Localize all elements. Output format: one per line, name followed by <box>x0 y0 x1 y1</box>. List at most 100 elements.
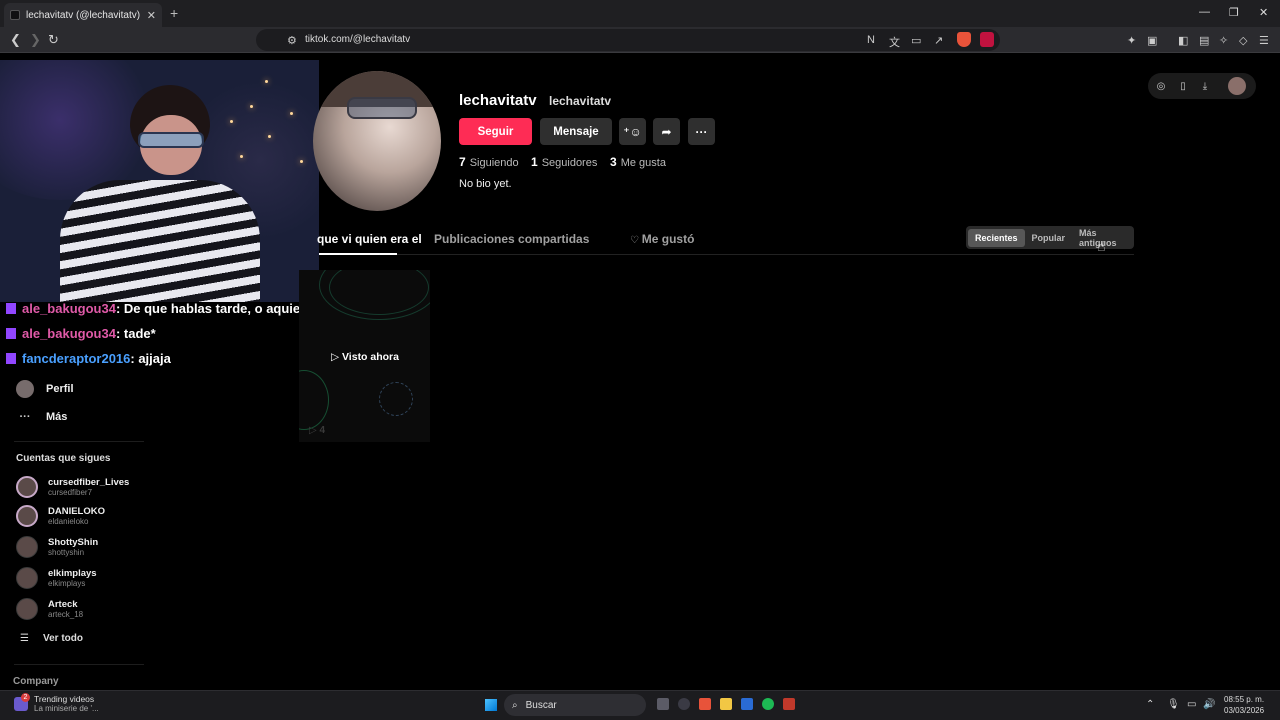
tab-liked[interactable]: ♡ Me gustó <box>630 232 694 246</box>
watched-now-label: ▷ Visto ahora <box>331 351 399 363</box>
tab-groups-icon[interactable]: ▣ <box>1147 34 1157 47</box>
maximize-button[interactable]: ❐ <box>1229 6 1239 19</box>
windows-start-icon[interactable] <box>485 699 497 711</box>
news-widget[interactable]: 2 Trending videos La miniserie de '... <box>14 692 99 713</box>
avatar <box>16 536 38 558</box>
user-avatar[interactable] <box>1228 77 1246 95</box>
sidebar-item-mas[interactable]: ··· Más <box>16 411 68 423</box>
tab-videos[interactable]: que vi quien era el <box>317 232 422 246</box>
more-dots-icon: ··· <box>19 411 31 423</box>
back-icon[interactable]: ❮ <box>10 32 21 48</box>
browser-tab[interactable]: lechavitatv (@lechavitatv) | TikTo ✕ <box>4 3 162 27</box>
chat-text: : tade* <box>115 326 156 341</box>
close-window-button[interactable]: ✕ <box>1259 6 1268 19</box>
more-options-button[interactable]: ··· <box>688 118 715 145</box>
twitch-icon <box>6 328 16 339</box>
account-name: DANIELOKO <box>48 506 105 517</box>
tab-title: lechavitatv (@lechavitatv) | TikTo <box>26 9 143 21</box>
avatar <box>16 476 38 498</box>
brave-shields-icon[interactable] <box>957 32 971 47</box>
url-field[interactable]: tiktok.com/@lechavitatv <box>305 34 410 45</box>
clock[interactable]: 08:55 p. m. 03/03/2026 <box>1224 694 1264 716</box>
following-account[interactable]: Arteck arteck_18 <box>16 598 83 620</box>
avatar <box>16 598 38 620</box>
following-account[interactable]: elkimplays elkimplays <box>16 567 97 589</box>
sort-recent[interactable]: Recientes <box>968 228 1025 247</box>
site-info-icon[interactable]: ⚙ <box>287 34 297 47</box>
following-account[interactable]: DANIELOKO eldanieloko <box>16 505 105 527</box>
see-all-label: Ver todo <box>42 633 83 644</box>
app-icon[interactable] <box>783 698 795 710</box>
message-button[interactable]: Mensaje <box>540 118 612 145</box>
sidebar-item-label: Perfil <box>46 383 74 395</box>
sidebar-toggle-icon[interactable]: ◧ <box>1178 34 1188 47</box>
chevron-up-icon[interactable]: ⌃ <box>1146 699 1154 710</box>
stat-value: 1 <box>531 155 538 169</box>
following-account[interactable]: cursedfiber_Lives cursedfiber7 <box>16 476 129 498</box>
sort-selector: Recientes Popular Más antiguos <box>966 226 1134 249</box>
stat-label: Me gusta <box>620 157 666 169</box>
stat-label: Siguiendo <box>469 157 519 169</box>
following-heading: Cuentas que sigues <box>16 453 111 464</box>
brave-taskbar-icon[interactable] <box>699 698 711 710</box>
video-card[interactable]: ▷ Visto ahora ▷ 4 <box>299 270 430 442</box>
windows-taskbar: 2 Trending videos La miniserie de '... ⌕… <box>0 690 1280 720</box>
forward-icon[interactable]: ❯ <box>30 32 41 48</box>
leo-ai-icon[interactable]: ✧ <box>1219 34 1228 47</box>
tab-liked-label: Me gustó <box>641 232 695 246</box>
account-name: elkimplays <box>48 568 97 579</box>
profile-handle: lechavitatv <box>549 94 612 108</box>
sidebar-item-perfil[interactable]: Perfil <box>16 380 74 398</box>
device-icon[interactable]: ▯ <box>1176 81 1190 92</box>
download-icon[interactable]: ⤓ <box>1198 81 1212 92</box>
extensions-icon[interactable]: ✦ <box>1127 34 1136 47</box>
follow-button[interactable]: Seguir <box>459 118 532 145</box>
no-tracking-icon[interactable]: N <box>867 34 875 46</box>
chat-text: : ajjaja <box>130 351 171 366</box>
task-view-icon[interactable] <box>657 698 669 710</box>
wallet-icon[interactable]: ▤ <box>1199 34 1209 47</box>
share-page-icon[interactable]: ↗ <box>934 34 943 47</box>
spotify-icon[interactable] <box>762 698 774 710</box>
store-icon[interactable] <box>741 698 753 710</box>
news-title: Trending videos <box>34 694 95 704</box>
microphone-icon[interactable]: 🎙 <box>1167 699 1180 710</box>
profile-avatar-icon <box>16 380 34 398</box>
cast-icon[interactable]: ▭ <box>911 34 921 47</box>
share-icon[interactable]: ➦ <box>653 118 680 145</box>
sidebar-item-label: Más <box>46 411 68 423</box>
file-explorer-icon[interactable] <box>720 698 732 710</box>
new-tab-button[interactable]: + <box>170 5 178 21</box>
profile-avatar <box>313 71 441 211</box>
account-name: Arteck <box>48 599 78 610</box>
coins-icon[interactable]: ◎ <box>1154 81 1168 92</box>
minimize-button[interactable]: — <box>1199 6 1210 18</box>
sort-popular[interactable]: Popular <box>1025 229 1073 247</box>
account-handle: shottyshin <box>48 548 85 557</box>
stat-likes: 3 Me gusta <box>610 155 666 169</box>
see-all-button[interactable]: ☰ Ver todo <box>20 633 83 644</box>
network-icon[interactable]: ▭ <box>1187 699 1196 710</box>
vpn-icon[interactable]: ◇ <box>1239 34 1247 47</box>
menu-icon[interactable]: ☰ <box>1259 34 1269 47</box>
profile-username: lechavitatv <box>459 92 537 109</box>
reload-icon[interactable]: ↻ <box>48 32 59 48</box>
taskbar-search[interactable]: ⌕ Buscar <box>504 694 646 716</box>
translate-icon[interactable]: 文 <box>889 34 900 50</box>
profile-bio: No bio yet. <box>459 178 512 190</box>
sidebar-divider <box>14 664 144 665</box>
account-handle: arteck_18 <box>48 610 84 619</box>
chat-username: fancderaptor2016 <box>22 351 131 366</box>
account-handle: eldanieloko <box>48 517 89 526</box>
volume-icon[interactable]: 🔊 <box>1203 699 1215 710</box>
tab-close-icon[interactable]: ✕ <box>147 9 156 22</box>
brave-rewards-icon[interactable] <box>980 32 994 47</box>
add-friend-icon[interactable]: ⁺☺ <box>619 118 646 145</box>
stat-followers[interactable]: 1 Seguidores <box>531 155 597 169</box>
stat-following[interactable]: 7 Siguiendo <box>459 155 519 169</box>
following-account[interactable]: ShottyShin shottyshin <box>16 536 98 558</box>
sidebar-divider <box>14 441 144 442</box>
company-link[interactable]: Company <box>13 676 59 687</box>
tab-shared-posts[interactable]: Publicaciones compartidas <box>434 232 589 246</box>
app-icon[interactable] <box>678 698 690 710</box>
